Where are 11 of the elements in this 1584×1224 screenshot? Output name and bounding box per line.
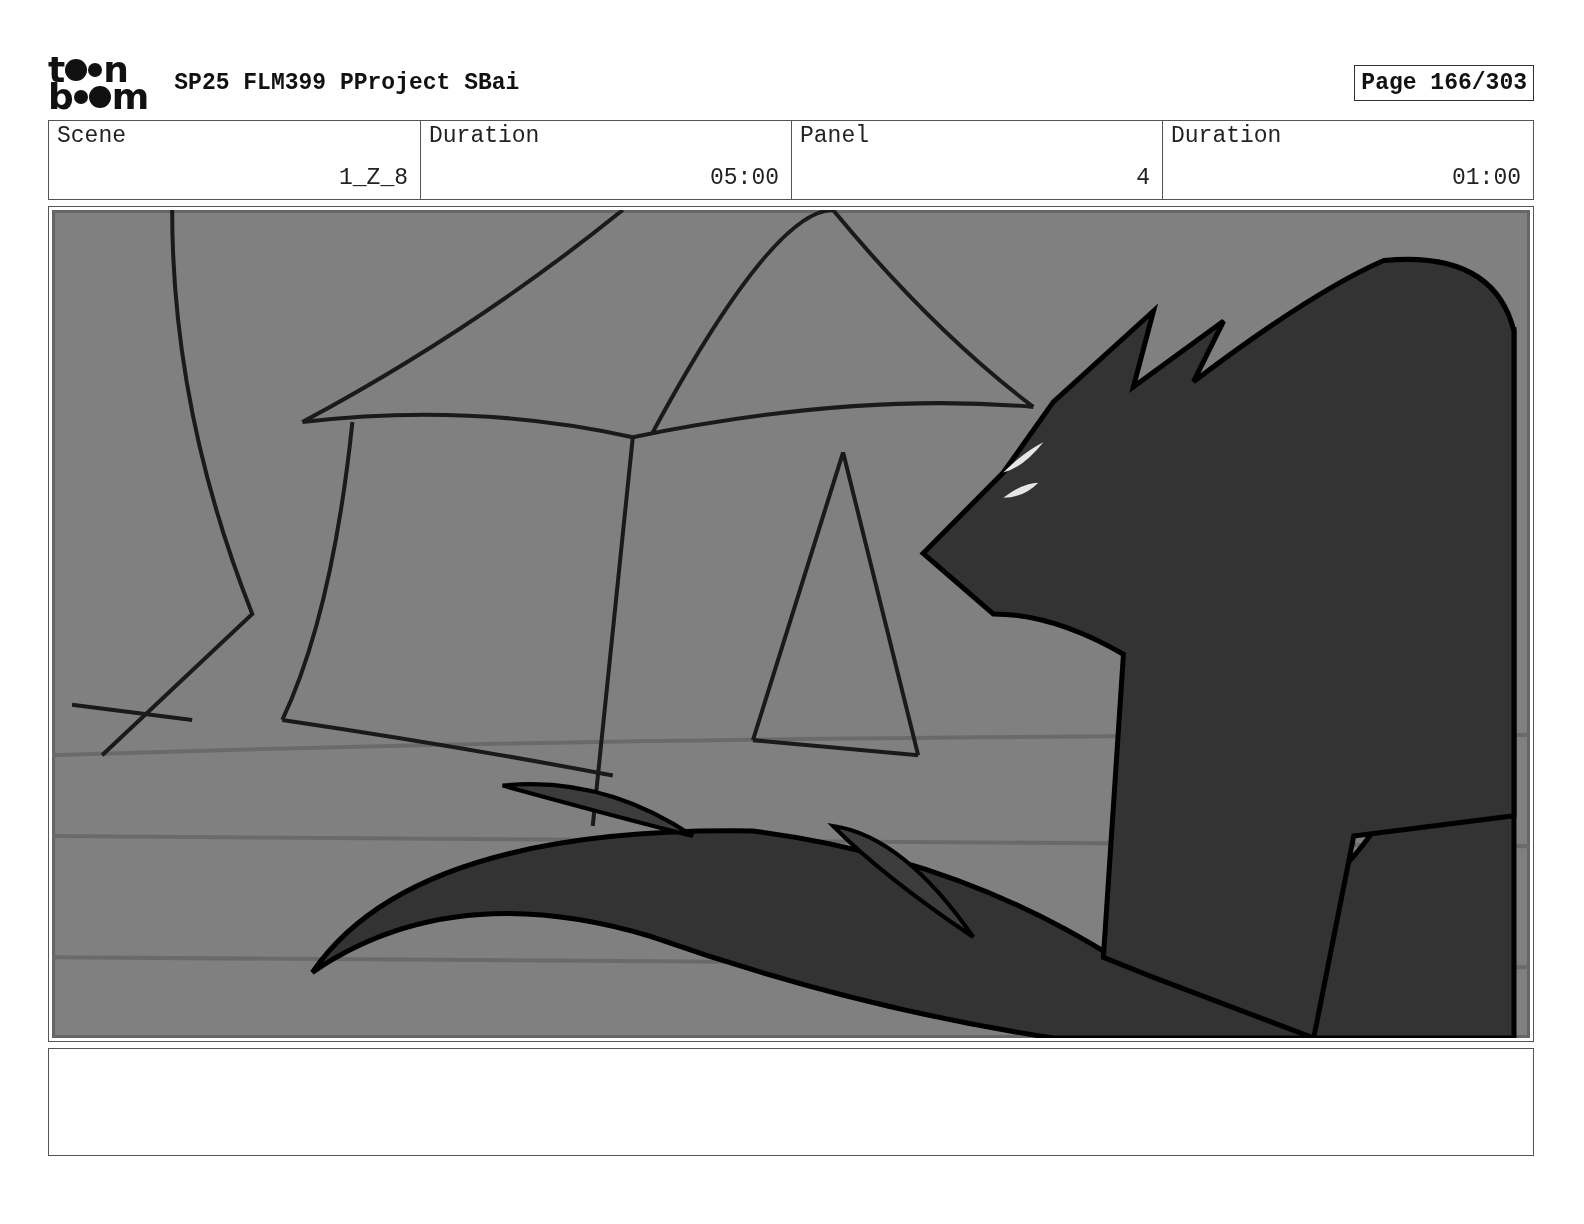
field-label: Scene (57, 123, 126, 149)
field-value: 05:00 (710, 165, 779, 191)
field-label: Duration (1171, 123, 1282, 149)
field-label: Duration (429, 123, 540, 149)
field-value: 1_Z_8 (339, 165, 408, 191)
page-number: Page 166/303 (1354, 65, 1534, 101)
field-label: Panel (800, 123, 869, 149)
logo: t n b m (48, 56, 149, 110)
project-title: SP25 FLM399 PProject SBai (174, 70, 521, 96)
field-value: 4 (1136, 165, 1150, 191)
field-value: 01:00 (1452, 165, 1521, 191)
